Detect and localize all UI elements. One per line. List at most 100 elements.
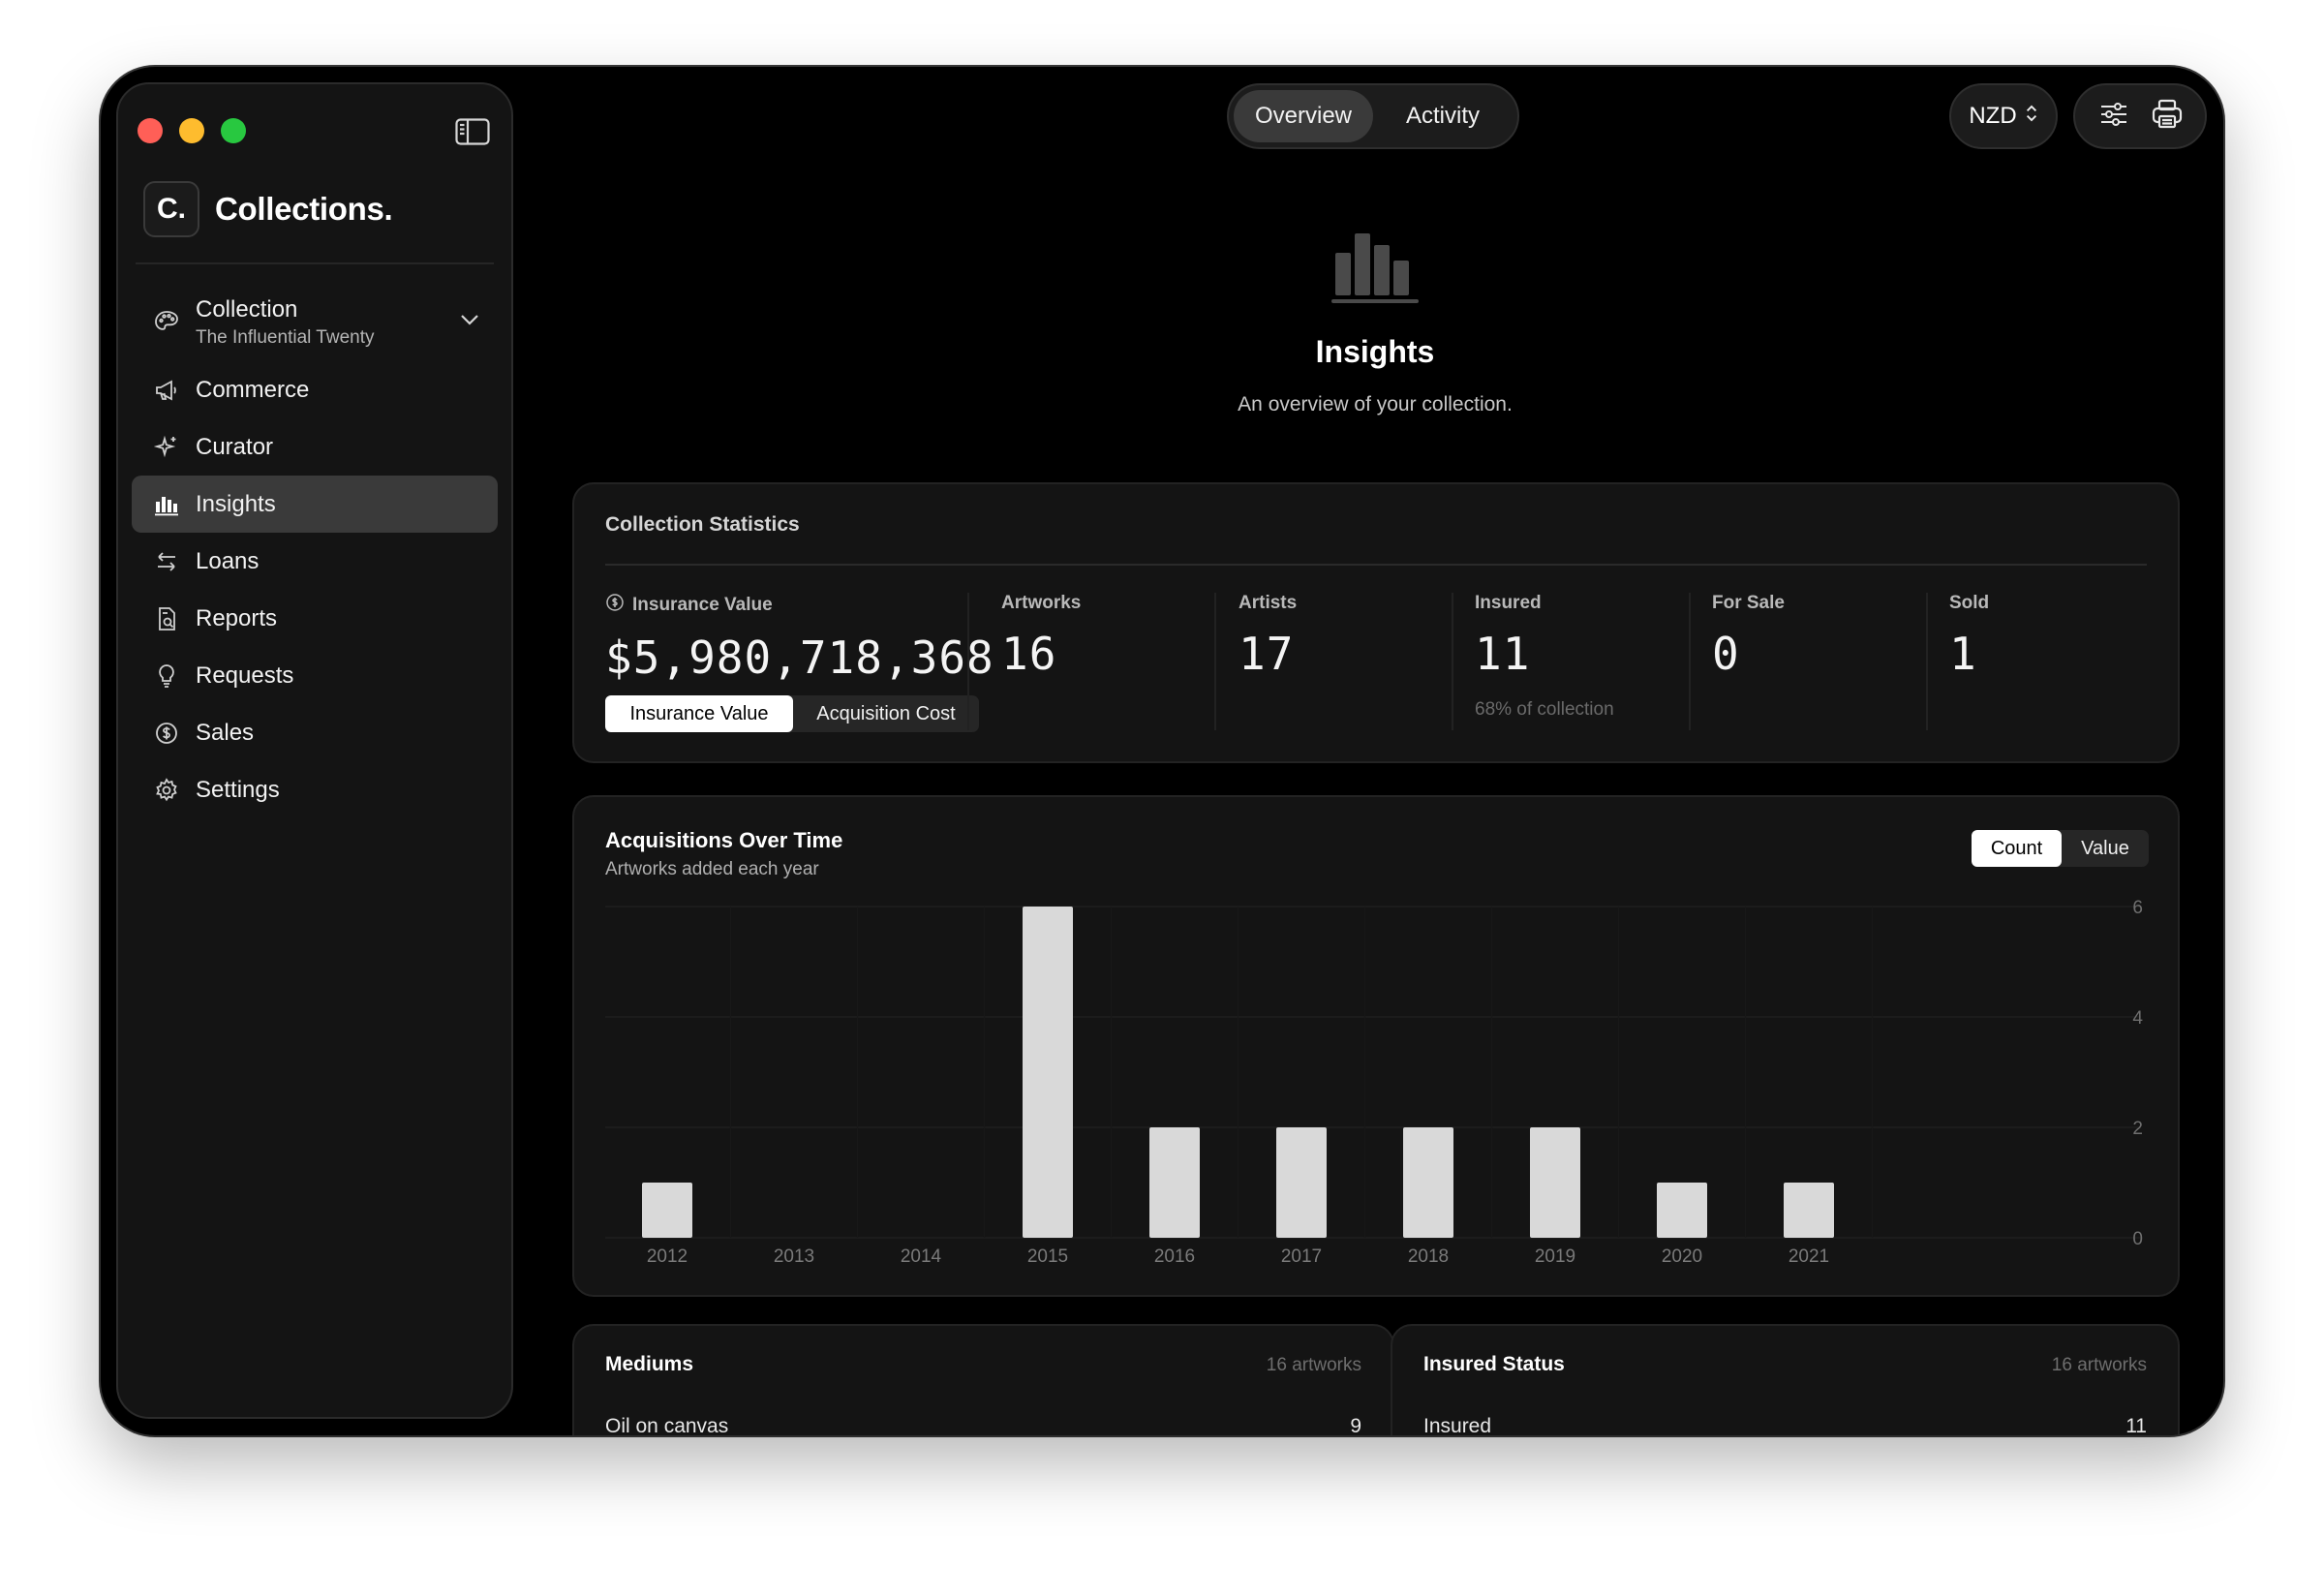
sidebar-item-label: Insights xyxy=(196,490,276,517)
tab-activity[interactable]: Activity xyxy=(1373,90,1513,142)
chart-bar[interactable] xyxy=(1784,1183,1834,1238)
zoom-window-button[interactable] xyxy=(221,118,246,143)
stat-value: 11 xyxy=(1475,628,1531,680)
arrows-exchange-icon xyxy=(153,548,180,575)
gear-icon xyxy=(153,777,180,804)
brand: C. Collections. xyxy=(143,181,393,237)
stat-note: 68% of collection xyxy=(1475,699,1614,720)
sidebar-item-label: Requests xyxy=(196,661,294,689)
printer-icon[interactable] xyxy=(2151,98,2184,136)
stat-insured: Insured 11 68% of collection xyxy=(1475,593,1614,721)
close-window-button[interactable] xyxy=(138,118,163,143)
toggle-acquisition-cost[interactable]: Acquisition Cost xyxy=(793,695,979,732)
sparkle-icon xyxy=(153,434,180,461)
sidebar-toggle-icon[interactable] xyxy=(455,118,490,145)
stat-label: Sold xyxy=(1949,593,1990,613)
x-tick-label: 2012 xyxy=(647,1246,688,1267)
stat-value: 16 xyxy=(1001,628,1057,680)
insured-status-card: Insured Status 16 artworks Insured 11 xyxy=(1391,1324,2180,1435)
acquisitions-chart-card: 0 2 4 6 2012 2013 2014 2015 2016 2017 2018 2019 2020… xyxy=(572,795,2180,1297)
sidebar-item-sales[interactable]: Sales xyxy=(132,704,498,761)
toggle-value[interactable]: Value xyxy=(2062,830,2149,867)
medium-label: Oil on canvas xyxy=(605,1415,729,1435)
stat-insurance-value: Insurance Value $5,980,718,368 xyxy=(605,593,994,684)
currency-select[interactable]: NZD xyxy=(1949,83,2058,149)
stat-value: 1 xyxy=(1949,628,1977,680)
toggle-insurance-value[interactable]: Insurance Value xyxy=(605,695,793,732)
chart-subtitle: Artworks added each year xyxy=(605,859,819,879)
filter-sliders-icon[interactable] xyxy=(2097,98,2130,136)
sidebar-item-curator[interactable]: Curator xyxy=(132,418,498,476)
x-tick-label: 2019 xyxy=(1535,1246,1575,1267)
sidebar-item-loans[interactable]: Loans xyxy=(132,533,498,590)
y-tick-label: 2 xyxy=(2132,1119,2143,1139)
bar-chart-icon xyxy=(153,491,180,518)
dollar-circle-icon xyxy=(153,720,180,747)
chart-bar[interactable] xyxy=(1149,1127,1200,1238)
y-tick-label: 4 xyxy=(2132,1008,2143,1029)
sidebar-divider xyxy=(136,262,494,264)
status-label: Insured xyxy=(1423,1415,1492,1435)
toolbar-actions xyxy=(2073,83,2207,149)
page-subtitle: An overview of your collection. xyxy=(1238,393,1513,415)
sidebar-item-settings[interactable]: Settings xyxy=(132,761,498,818)
insights-hero-icon xyxy=(1331,231,1419,307)
chart-bar[interactable] xyxy=(1530,1127,1580,1238)
chart-bar[interactable] xyxy=(1276,1127,1327,1238)
stat-label: Insured xyxy=(1475,593,1542,613)
chart-bar[interactable] xyxy=(1023,907,1073,1238)
minimize-window-button[interactable] xyxy=(179,118,204,143)
x-tick-label: 2013 xyxy=(774,1246,814,1267)
chart-bar[interactable] xyxy=(1657,1183,1707,1238)
brand-name: Collections. xyxy=(215,191,393,227)
stat-artworks: Artworks 16 xyxy=(1001,593,1081,680)
sidebar-item-label: Curator xyxy=(196,433,274,460)
sidebar-item-insights[interactable]: Insights xyxy=(132,476,498,533)
divider xyxy=(1452,593,1453,730)
card-title: Collection Statistics xyxy=(605,513,800,536)
medium-count: 9 xyxy=(1350,1415,1361,1435)
divider xyxy=(1214,593,1216,730)
chart-title: Acquisitions Over Time xyxy=(605,828,843,852)
page-title: Insights xyxy=(1315,334,1435,369)
collection-name: The Influential Twenty xyxy=(196,327,375,348)
toggle-count[interactable]: Count xyxy=(1972,830,2062,867)
stat-label: Insurance Value xyxy=(632,595,773,615)
x-tick-label: 2017 xyxy=(1281,1246,1322,1267)
chart-bar[interactable] xyxy=(642,1183,692,1238)
chevron-down-icon[interactable] xyxy=(457,307,482,332)
x-tick-label: 2016 xyxy=(1154,1246,1195,1267)
x-tick-label: 2015 xyxy=(1027,1246,1068,1267)
artwork-count: 16 artworks xyxy=(2051,1355,2147,1375)
sidebar-item-requests[interactable]: Requests xyxy=(132,647,498,704)
app-window: C. Collections. Collection The Influenti… xyxy=(101,67,2223,1435)
divider xyxy=(967,593,969,730)
view-switcher: Overview Activity xyxy=(1227,83,1519,149)
sidebar-item-label: Loans xyxy=(196,547,260,574)
sidebar-item-label: Reports xyxy=(196,604,278,631)
stat-value: 17 xyxy=(1238,628,1295,680)
sidebar-item-commerce[interactable]: Commerce xyxy=(132,361,498,418)
palette-icon xyxy=(153,309,180,336)
brand-logo: C. xyxy=(143,181,199,237)
stat-value: 0 xyxy=(1712,628,1740,680)
divider xyxy=(605,564,2147,566)
divider xyxy=(1926,593,1928,730)
sidebar-nav: Collection The Influential Twenty Commer… xyxy=(132,284,498,818)
y-tick-label: 6 xyxy=(2132,898,2143,918)
tab-overview[interactable]: Overview xyxy=(1234,90,1373,142)
currency-value: NZD xyxy=(1969,103,2017,129)
stat-sold: Sold 1 xyxy=(1949,593,1989,680)
stat-for-sale: For Sale 0 xyxy=(1712,593,1785,680)
card-title: Insured Status xyxy=(1423,1353,1565,1375)
value-mode-toggle: Insurance Value Acquisition Cost xyxy=(605,695,979,732)
collection-statistics-card: Collection Statistics Insurance Value $5… xyxy=(572,482,2180,763)
sidebar-item-reports[interactable]: Reports xyxy=(132,590,498,647)
chart-metric-toggle: Count Value xyxy=(1972,830,2149,867)
sidebar-item-label: Sales xyxy=(196,719,255,746)
sidebar-item-collection[interactable]: Collection The Influential Twenty xyxy=(132,284,498,361)
status-count: 11 xyxy=(2125,1415,2147,1435)
y-tick-label: 0 xyxy=(2132,1229,2143,1249)
chart-bar[interactable] xyxy=(1403,1127,1453,1238)
stat-artists: Artists 17 xyxy=(1238,593,1297,680)
